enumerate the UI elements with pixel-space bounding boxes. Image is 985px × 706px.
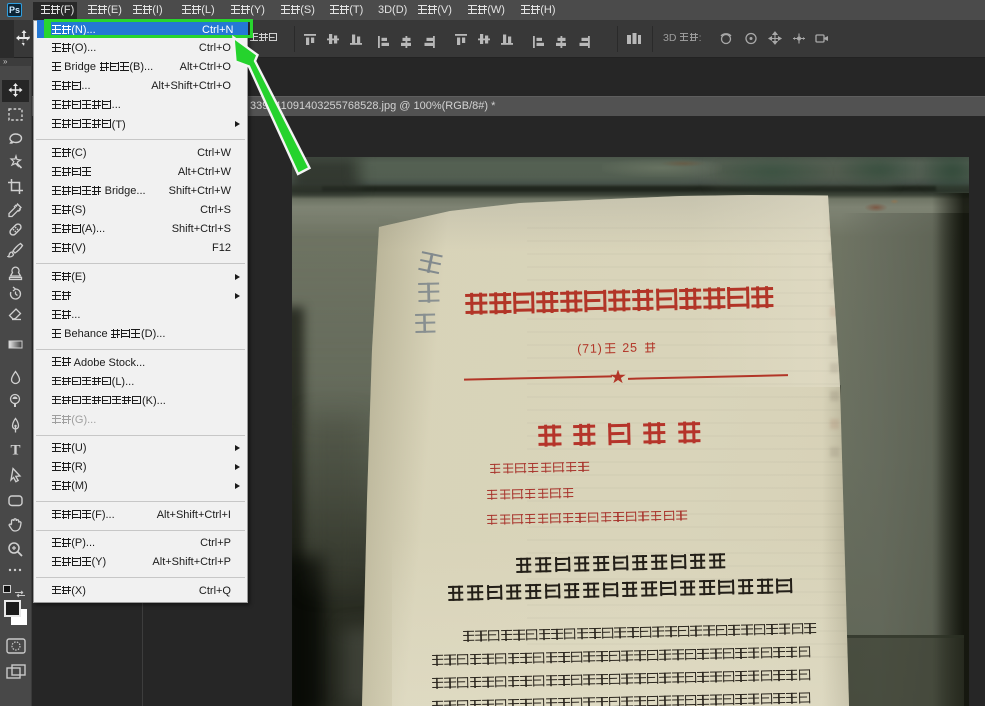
svg-text:T: T bbox=[10, 442, 20, 458]
